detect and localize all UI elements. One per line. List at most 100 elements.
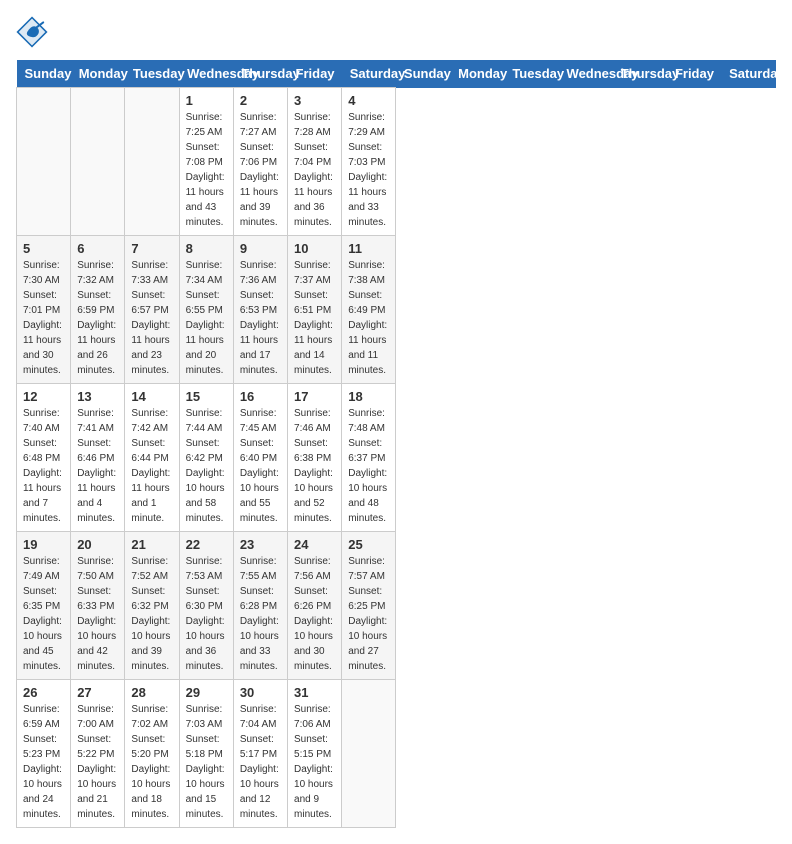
day-header-sunday: Sunday bbox=[17, 60, 71, 88]
day-info: Sunrise: 7:25 AMSunset: 7:08 PMDaylight:… bbox=[186, 112, 225, 228]
calendar-cell bbox=[342, 680, 396, 828]
day-number: 1 bbox=[186, 93, 227, 108]
day-number: 12 bbox=[23, 389, 64, 404]
calendar-cell: 4 Sunrise: 7:29 AMSunset: 7:03 PMDayligh… bbox=[342, 88, 396, 236]
day-info: Sunrise: 6:59 AMSunset: 5:23 PMDaylight:… bbox=[23, 704, 62, 820]
day-number: 18 bbox=[348, 389, 389, 404]
logo-icon bbox=[16, 16, 48, 48]
calendar-week-2: 5 Sunrise: 7:30 AMSunset: 7:01 PMDayligh… bbox=[17, 236, 776, 384]
day-header-saturday: Saturday bbox=[342, 60, 396, 88]
day-info: Sunrise: 7:45 AMSunset: 6:40 PMDaylight:… bbox=[240, 408, 279, 524]
day-number: 11 bbox=[348, 241, 389, 256]
calendar-cell: 5 Sunrise: 7:30 AMSunset: 7:01 PMDayligh… bbox=[17, 236, 71, 384]
day-number: 19 bbox=[23, 537, 64, 552]
day-info: Sunrise: 7:57 AMSunset: 6:25 PMDaylight:… bbox=[348, 556, 387, 672]
day-number: 27 bbox=[77, 685, 118, 700]
day-info: Sunrise: 7:32 AMSunset: 6:59 PMDaylight:… bbox=[77, 260, 116, 376]
day-info: Sunrise: 7:02 AMSunset: 5:20 PMDaylight:… bbox=[131, 704, 170, 820]
day-header-monday: Monday bbox=[450, 60, 504, 88]
day-number: 10 bbox=[294, 241, 335, 256]
day-info: Sunrise: 7:33 AMSunset: 6:57 PMDaylight:… bbox=[131, 260, 170, 376]
calendar-cell bbox=[125, 88, 179, 236]
calendar-cell: 25 Sunrise: 7:57 AMSunset: 6:25 PMDaylig… bbox=[342, 532, 396, 680]
calendar-cell: 14 Sunrise: 7:42 AMSunset: 6:44 PMDaylig… bbox=[125, 384, 179, 532]
day-header-tuesday: Tuesday bbox=[125, 60, 179, 88]
day-info: Sunrise: 7:46 AMSunset: 6:38 PMDaylight:… bbox=[294, 408, 333, 524]
day-info: Sunrise: 7:42 AMSunset: 6:44 PMDaylight:… bbox=[131, 408, 170, 524]
calendar-cell: 18 Sunrise: 7:48 AMSunset: 6:37 PMDaylig… bbox=[342, 384, 396, 532]
calendar-cell: 22 Sunrise: 7:53 AMSunset: 6:30 PMDaylig… bbox=[179, 532, 233, 680]
day-number: 24 bbox=[294, 537, 335, 552]
day-info: Sunrise: 7:52 AMSunset: 6:32 PMDaylight:… bbox=[131, 556, 170, 672]
day-number: 17 bbox=[294, 389, 335, 404]
day-number: 29 bbox=[186, 685, 227, 700]
calendar-cell: 8 Sunrise: 7:34 AMSunset: 6:55 PMDayligh… bbox=[179, 236, 233, 384]
day-number: 16 bbox=[240, 389, 281, 404]
calendar-cell: 20 Sunrise: 7:50 AMSunset: 6:33 PMDaylig… bbox=[71, 532, 125, 680]
day-number: 3 bbox=[294, 93, 335, 108]
calendar-cell: 27 Sunrise: 7:00 AMSunset: 5:22 PMDaylig… bbox=[71, 680, 125, 828]
calendar-cell: 10 Sunrise: 7:37 AMSunset: 6:51 PMDaylig… bbox=[288, 236, 342, 384]
calendar-cell: 24 Sunrise: 7:56 AMSunset: 6:26 PMDaylig… bbox=[288, 532, 342, 680]
day-number: 30 bbox=[240, 685, 281, 700]
day-info: Sunrise: 7:50 AMSunset: 6:33 PMDaylight:… bbox=[77, 556, 116, 672]
calendar-cell: 12 Sunrise: 7:40 AMSunset: 6:48 PMDaylig… bbox=[17, 384, 71, 532]
calendar-cell: 29 Sunrise: 7:03 AMSunset: 5:18 PMDaylig… bbox=[179, 680, 233, 828]
day-number: 4 bbox=[348, 93, 389, 108]
day-number: 23 bbox=[240, 537, 281, 552]
day-number: 14 bbox=[131, 389, 172, 404]
calendar-cell: 15 Sunrise: 7:44 AMSunset: 6:42 PMDaylig… bbox=[179, 384, 233, 532]
calendar-cell: 19 Sunrise: 7:49 AMSunset: 6:35 PMDaylig… bbox=[17, 532, 71, 680]
day-header-tuesday: Tuesday bbox=[504, 60, 558, 88]
calendar-cell: 28 Sunrise: 7:02 AMSunset: 5:20 PMDaylig… bbox=[125, 680, 179, 828]
day-info: Sunrise: 7:28 AMSunset: 7:04 PMDaylight:… bbox=[294, 112, 333, 228]
calendar-cell: 6 Sunrise: 7:32 AMSunset: 6:59 PMDayligh… bbox=[71, 236, 125, 384]
calendar-table: SundayMondayTuesdayWednesdayThursdayFrid… bbox=[16, 60, 776, 828]
calendar-cell: 9 Sunrise: 7:36 AMSunset: 6:53 PMDayligh… bbox=[233, 236, 287, 384]
day-header-friday: Friday bbox=[667, 60, 721, 88]
calendar-week-1: 1 Sunrise: 7:25 AMSunset: 7:08 PMDayligh… bbox=[17, 88, 776, 236]
day-header-wednesday: Wednesday bbox=[559, 60, 613, 88]
day-number: 20 bbox=[77, 537, 118, 552]
calendar-cell: 23 Sunrise: 7:55 AMSunset: 6:28 PMDaylig… bbox=[233, 532, 287, 680]
calendar-cell: 31 Sunrise: 7:06 AMSunset: 5:15 PMDaylig… bbox=[288, 680, 342, 828]
day-info: Sunrise: 7:00 AMSunset: 5:22 PMDaylight:… bbox=[77, 704, 116, 820]
calendar-cell: 26 Sunrise: 6:59 AMSunset: 5:23 PMDaylig… bbox=[17, 680, 71, 828]
calendar-cell: 3 Sunrise: 7:28 AMSunset: 7:04 PMDayligh… bbox=[288, 88, 342, 236]
day-info: Sunrise: 7:03 AMSunset: 5:18 PMDaylight:… bbox=[186, 704, 225, 820]
calendar-cell bbox=[71, 88, 125, 236]
day-number: 7 bbox=[131, 241, 172, 256]
calendar-header-row: SundayMondayTuesdayWednesdayThursdayFrid… bbox=[17, 60, 776, 88]
day-number: 15 bbox=[186, 389, 227, 404]
calendar-week-4: 19 Sunrise: 7:49 AMSunset: 6:35 PMDaylig… bbox=[17, 532, 776, 680]
day-header-friday: Friday bbox=[288, 60, 342, 88]
calendar-cell: 11 Sunrise: 7:38 AMSunset: 6:49 PMDaylig… bbox=[342, 236, 396, 384]
calendar-cell: 7 Sunrise: 7:33 AMSunset: 6:57 PMDayligh… bbox=[125, 236, 179, 384]
calendar-cell bbox=[17, 88, 71, 236]
calendar-week-3: 12 Sunrise: 7:40 AMSunset: 6:48 PMDaylig… bbox=[17, 384, 776, 532]
day-number: 26 bbox=[23, 685, 64, 700]
day-header-sunday: Sunday bbox=[396, 60, 450, 88]
day-info: Sunrise: 7:38 AMSunset: 6:49 PMDaylight:… bbox=[348, 260, 387, 376]
calendar-cell: 2 Sunrise: 7:27 AMSunset: 7:06 PMDayligh… bbox=[233, 88, 287, 236]
day-info: Sunrise: 7:56 AMSunset: 6:26 PMDaylight:… bbox=[294, 556, 333, 672]
day-info: Sunrise: 7:53 AMSunset: 6:30 PMDaylight:… bbox=[186, 556, 225, 672]
day-info: Sunrise: 7:40 AMSunset: 6:48 PMDaylight:… bbox=[23, 408, 62, 524]
calendar-cell: 16 Sunrise: 7:45 AMSunset: 6:40 PMDaylig… bbox=[233, 384, 287, 532]
calendar-cell: 30 Sunrise: 7:04 AMSunset: 5:17 PMDaylig… bbox=[233, 680, 287, 828]
day-info: Sunrise: 7:44 AMSunset: 6:42 PMDaylight:… bbox=[186, 408, 225, 524]
day-header-saturday: Saturday bbox=[721, 60, 775, 88]
day-number: 6 bbox=[77, 241, 118, 256]
calendar-cell: 21 Sunrise: 7:52 AMSunset: 6:32 PMDaylig… bbox=[125, 532, 179, 680]
day-info: Sunrise: 7:37 AMSunset: 6:51 PMDaylight:… bbox=[294, 260, 333, 376]
day-header-thursday: Thursday bbox=[613, 60, 667, 88]
day-info: Sunrise: 7:36 AMSunset: 6:53 PMDaylight:… bbox=[240, 260, 279, 376]
logo bbox=[16, 16, 52, 48]
day-info: Sunrise: 7:06 AMSunset: 5:15 PMDaylight:… bbox=[294, 704, 333, 820]
day-number: 9 bbox=[240, 241, 281, 256]
day-info: Sunrise: 7:27 AMSunset: 7:06 PMDaylight:… bbox=[240, 112, 279, 228]
day-info: Sunrise: 7:41 AMSunset: 6:46 PMDaylight:… bbox=[77, 408, 116, 524]
day-number: 2 bbox=[240, 93, 281, 108]
day-number: 5 bbox=[23, 241, 64, 256]
day-info: Sunrise: 7:34 AMSunset: 6:55 PMDaylight:… bbox=[186, 260, 225, 376]
